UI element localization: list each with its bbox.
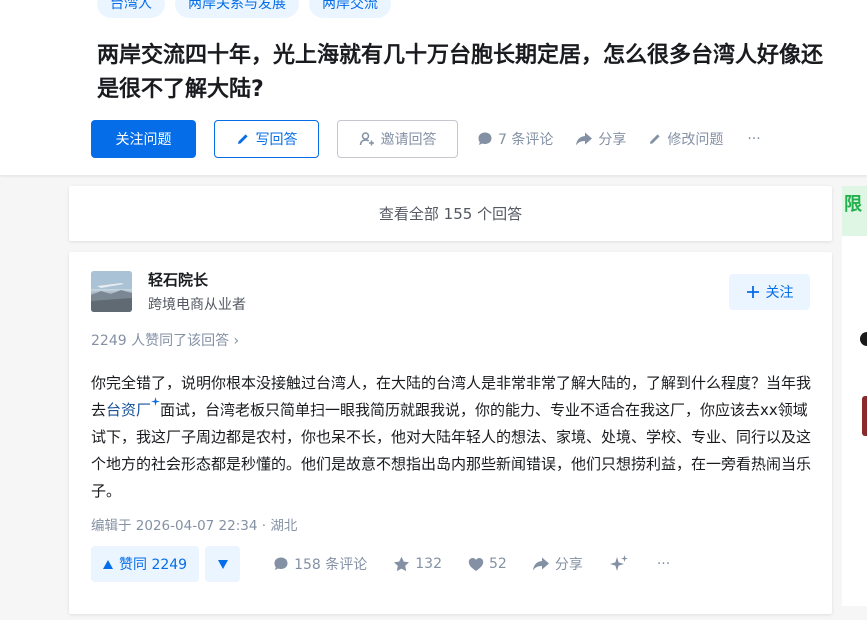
question-header: 台湾人 两岸关系与发展 两岸交流 两岸交流四十年，光上海就有几十万台胞长期定居，…	[0, 0, 867, 175]
share-icon	[575, 131, 593, 147]
share-icon	[532, 556, 550, 572]
heart-icon	[468, 557, 484, 572]
edited-time: 编辑于 2026-04-07 22:34 · 湖北	[91, 518, 298, 534]
question-share-button[interactable]: 分享	[575, 129, 626, 149]
answer-actions: 赞同 2249 158 条评论 132 52 分享 ···	[91, 546, 670, 582]
triangle-up-icon	[103, 559, 113, 569]
like-count: 52	[489, 556, 507, 572]
question-more-button[interactable]: ···	[747, 131, 760, 147]
sidebar: 限	[842, 186, 867, 606]
topic-list: 台湾人 两岸关系与发展 两岸交流	[97, 0, 391, 18]
invite-answer-button[interactable]: 邀请回答	[337, 120, 458, 158]
more-icon: ···	[656, 556, 671, 572]
vote-summary[interactable]: 2249 人赞同了该回答 ›	[91, 330, 239, 350]
keyword-link[interactable]: 台资厂	[106, 401, 151, 419]
author-bio: 跨境电商从业者	[148, 297, 246, 313]
answer-more-button[interactable]: ···	[657, 556, 670, 572]
question-title: 两岸交流四十年，光上海就有几十万台胞长期定居，怎么很多台湾人好像还是很不了解大陆…	[97, 43, 824, 102]
sidebar-avatar[interactable]	[860, 332, 867, 346]
answer-content: 你完全错了，说明你根本没接触过台湾人，在大陆的台湾人是非常非常了解大陆的，了解到…	[91, 370, 811, 505]
triangle-down-icon	[217, 559, 228, 569]
vote-up-button[interactable]: 赞同 2249	[91, 546, 200, 582]
answer-comments-button[interactable]: 158 条评论	[273, 554, 367, 574]
sparkle-icon	[151, 397, 161, 406]
answer-card: 轻石院长 跨境电商从业者 关注 2249 人赞同了该回答 › 你完全错了，说明你…	[69, 252, 832, 614]
write-answer-button[interactable]: 写回答	[214, 120, 319, 158]
sidebar-banner[interactable]: 限	[842, 186, 867, 236]
edit-question-label: 修改问题	[667, 132, 724, 148]
comment-icon	[273, 556, 289, 572]
pencil-icon	[648, 132, 662, 146]
view-all-answers-label: 查看全部 155 个回答	[378, 205, 523, 223]
topic-tag[interactable]: 两岸关系与发展	[175, 0, 299, 18]
question-share-label: 分享	[598, 132, 627, 148]
plus-icon	[746, 285, 760, 299]
topic-tag[interactable]: 台湾人	[97, 0, 165, 18]
question-comments-button[interactable]: 7 条评论	[477, 129, 553, 149]
like-button[interactable]: 52	[468, 556, 507, 572]
star-icon	[393, 556, 410, 572]
answer-share-label: 分享	[554, 557, 583, 573]
follow-author-button[interactable]: 关注	[729, 274, 810, 310]
answer-share-button[interactable]: 分享	[532, 554, 583, 574]
sidebar-thumbnail[interactable]	[862, 396, 867, 436]
ai-sparkle-button[interactable]	[609, 554, 629, 574]
invite-user-icon	[359, 131, 375, 147]
edit-question-button[interactable]: 修改问题	[648, 129, 723, 149]
comment-icon	[477, 131, 493, 147]
vote-down-button[interactable]	[205, 546, 241, 582]
follow-author-label: 关注	[765, 285, 794, 301]
answer-comments-label: 158 条评论	[294, 557, 368, 573]
author-name[interactable]: 轻石院长	[148, 269, 208, 290]
vote-up-label: 赞同 2249	[119, 557, 188, 573]
pencil-icon	[236, 132, 250, 146]
write-answer-label: 写回答	[255, 132, 298, 148]
favorite-button[interactable]: 132	[393, 556, 442, 572]
follow-question-label: 关注问题	[115, 132, 172, 148]
favorite-count: 132	[415, 556, 442, 572]
avatar[interactable]	[91, 271, 132, 312]
sparkle-icon	[609, 554, 629, 574]
view-all-answers-button[interactable]: 查看全部 155 个回答	[69, 186, 832, 241]
follow-question-button[interactable]: 关注问题	[91, 120, 196, 158]
question-actions: 关注问题 写回答 邀请回答 7 条评论 分享 修改问题 ···	[91, 120, 761, 158]
invite-answer-label: 邀请回答	[380, 132, 437, 148]
answer-text: 面试，台湾老板只简单扫一眼我简历就跟我说，你的能力、专业不适合在我这厂，你应该去…	[91, 401, 812, 500]
question-comments-label: 7 条评论	[498, 132, 554, 148]
topic-tag[interactable]: 两岸交流	[309, 0, 391, 18]
more-icon: ···	[747, 131, 761, 147]
